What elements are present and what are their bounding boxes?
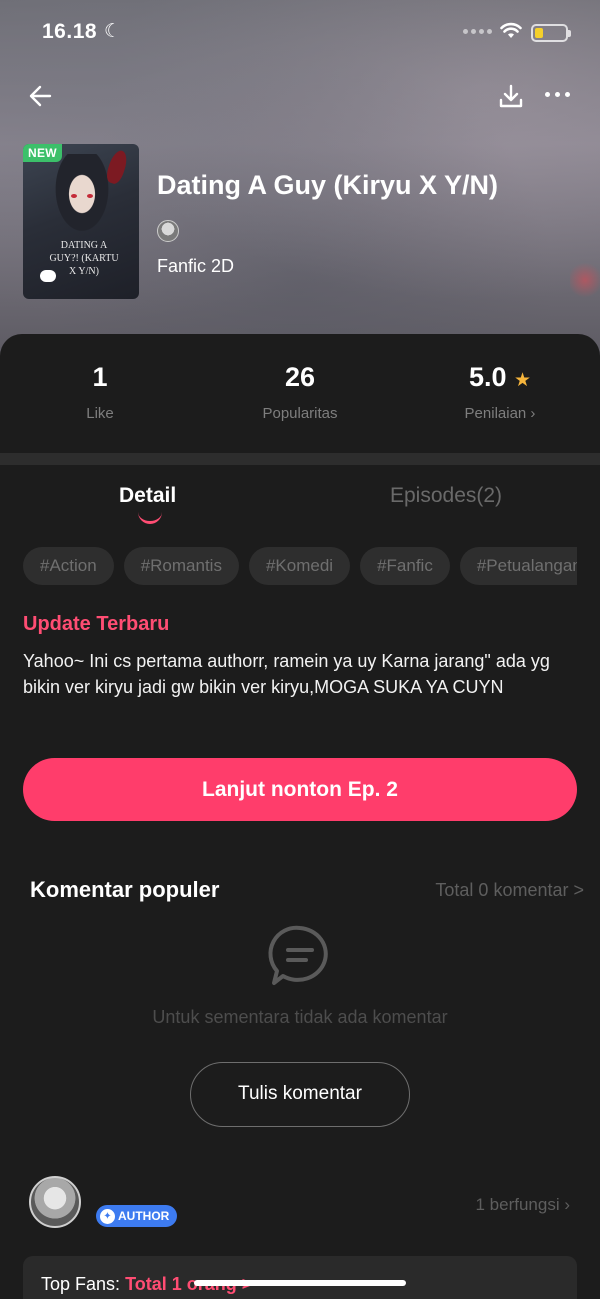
tag-komedi[interactable]: #Komedi: [248, 547, 351, 585]
stat-like: 1 Like: [0, 362, 200, 422]
write-comment-button[interactable]: Tulis komentar: [190, 1062, 410, 1127]
cover-image[interactable]: DATING A GUY?! (KARTU X Y/N) NEW: [23, 144, 139, 299]
comments-total-link[interactable]: Total 0 komentar >: [435, 880, 584, 901]
status-time: 16.18: [42, 20, 98, 43]
tag-fanfic[interactable]: #Fanfic: [360, 547, 450, 585]
tag-petualangan[interactable]: #Petualangan: [459, 547, 577, 585]
stat-label: Like: [86, 405, 114, 422]
author-badge-label: AUTHOR: [118, 1209, 170, 1223]
stat-label: Penilaian ›: [464, 405, 536, 422]
status-bar: 16.18 ☾: [0, 18, 600, 48]
stat-value: 1: [92, 362, 108, 392]
tag-list: #Action #Romantis #Komedi #Fanfic #Petualang…: [23, 547, 577, 587]
tag-action[interactable]: #Action: [23, 547, 114, 585]
comment-bubble-icon: [268, 925, 328, 985]
download-icon[interactable]: [498, 82, 524, 110]
berfungsi-link[interactable]: 1 berfungsi ›: [476, 1195, 571, 1215]
moon-icon: ☾: [104, 21, 122, 42]
signal-icon: [463, 29, 492, 34]
stat-rating[interactable]: 5.0 ★ Penilaian ›: [400, 362, 600, 422]
continue-watching-button[interactable]: Lanjut nonton Ep. 2: [23, 758, 577, 821]
cover-text: DATING A GUY?! (KARTU X Y/N): [49, 240, 119, 277]
home-indicator[interactable]: [194, 1280, 406, 1286]
tab-episodes[interactable]: Episodes(2): [390, 484, 502, 508]
stat-popularity: 26 Popularitas: [200, 362, 400, 422]
more-icon[interactable]: [545, 92, 570, 97]
update-text: Yahoo~ Ini cs pertama authorr, ramein ya…: [23, 651, 550, 697]
author-badge: ✦ AUTHOR: [96, 1205, 178, 1227]
chat-icon: [40, 270, 56, 282]
tag-romantis[interactable]: #Romantis: [123, 547, 239, 585]
cover-eye: [87, 194, 93, 198]
header-hero: 16.18 ☾ DATING A GUY?! (KARTU X Y/N) NEW…: [0, 0, 600, 360]
star-icon: ★: [514, 370, 532, 391]
cover-eye: [71, 194, 77, 198]
section-divider: [0, 453, 600, 465]
comments-heading: Komentar populer: [30, 877, 220, 902]
top-fans-card[interactable]: Top Fans: Total 1 orang >: [23, 1256, 577, 1299]
wifi-icon: [500, 22, 522, 38]
update-heading: Update Terbaru: [23, 613, 170, 635]
work-title: Dating A Guy (Kiryu X Y/N): [157, 170, 499, 200]
author-avatar[interactable]: [157, 220, 179, 242]
work-genre: Fanfic 2D: [157, 256, 235, 276]
back-icon[interactable]: [26, 82, 54, 110]
stat-label: Popularitas: [262, 405, 338, 422]
stat-value: 26: [284, 362, 316, 392]
empty-comments-text: Untuk sementara tidak ada komentar: [152, 1007, 448, 1027]
top-fans-label: Top Fans:: [41, 1274, 121, 1294]
tab-detail[interactable]: Detail: [119, 484, 176, 508]
author-badge-icon: ✦: [100, 1208, 115, 1224]
rating-value: 5.0: [468, 362, 507, 392]
new-badge: NEW: [23, 144, 62, 162]
avatar[interactable]: [29, 1176, 81, 1228]
stat-value: 5.0 ★: [400, 362, 600, 393]
battery-icon: [531, 24, 571, 42]
